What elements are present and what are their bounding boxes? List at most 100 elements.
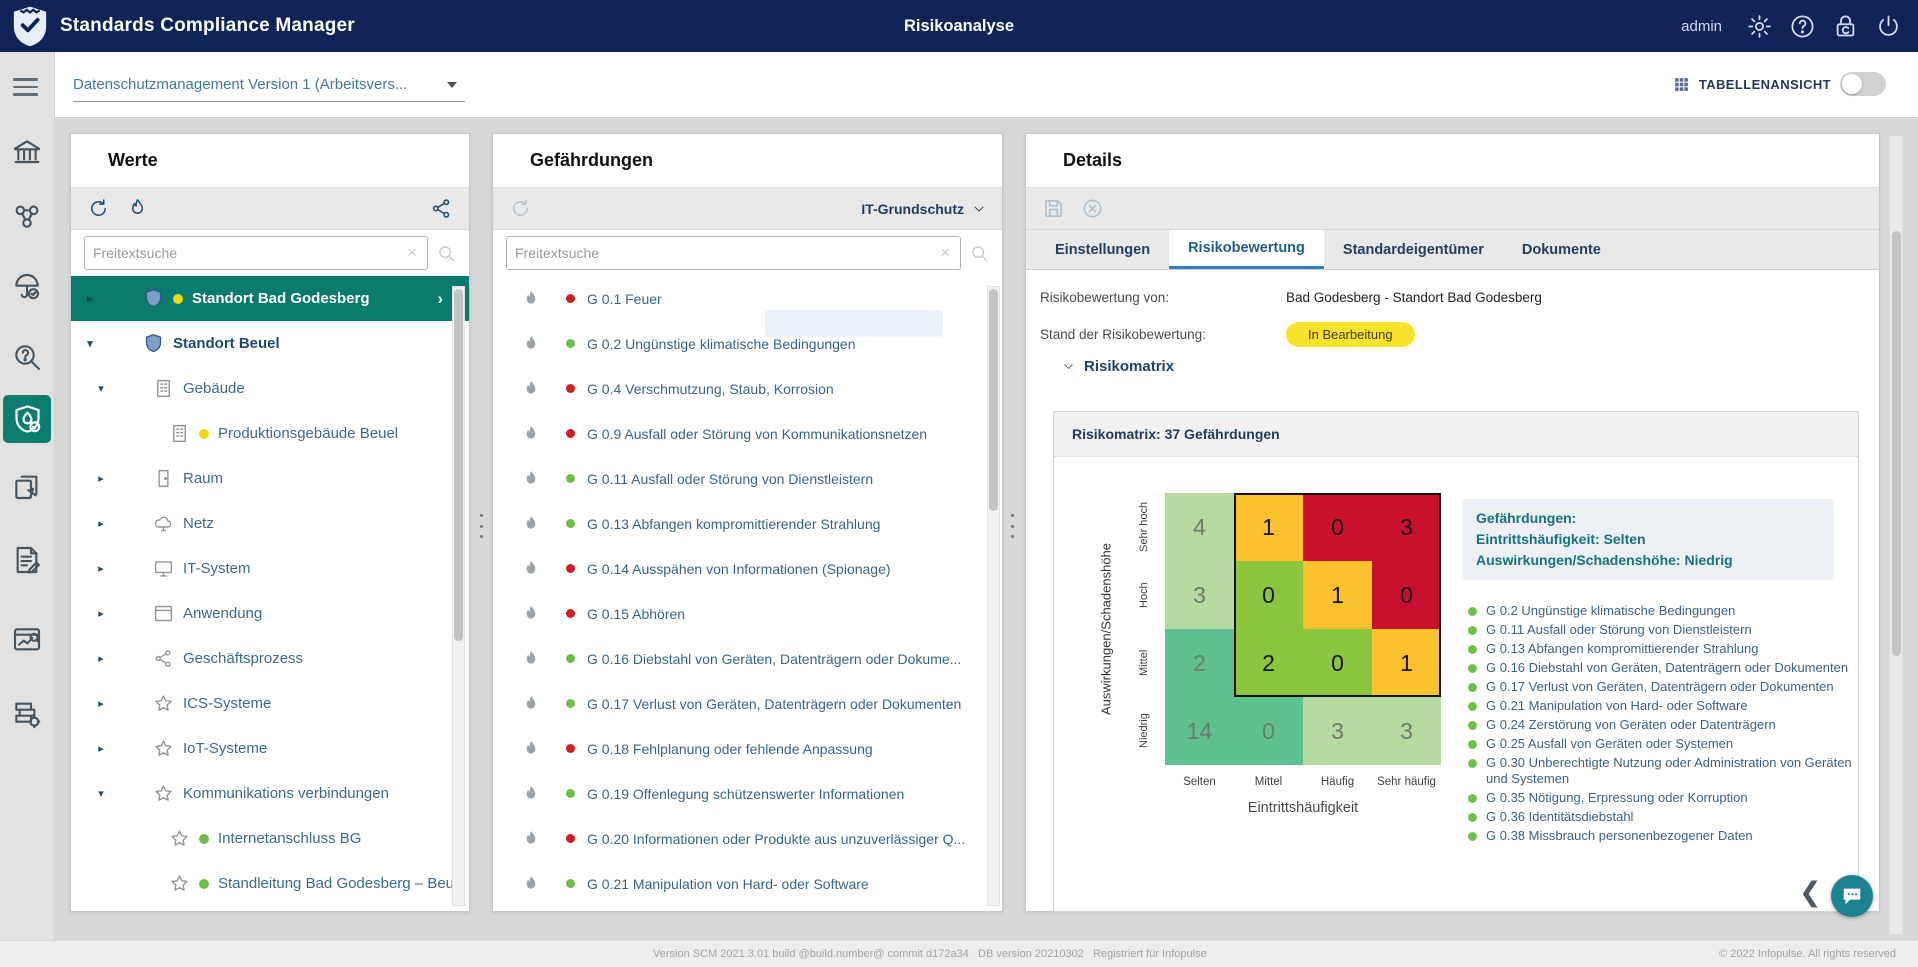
hazard-list-item[interactable]: G 0.17 Verlust von Geräten, Datenträgern… (493, 681, 1002, 726)
matrix-cell-Mittel-Selten[interactable]: 2 (1165, 629, 1234, 697)
settings-gear-icon[interactable] (1746, 13, 1773, 40)
tree-item[interactable]: ▾Kommunikations verbindungen (71, 771, 469, 816)
session-lock-icon[interactable] (1832, 13, 1859, 40)
tab-dokumente[interactable]: Dokumente (1503, 230, 1620, 269)
hazard-list-item[interactable]: G 0.15 Abhören (493, 591, 1002, 636)
project-selector-dropdown[interactable]: Datenschutzmanagement Version 1 (Arbeits… (73, 68, 465, 102)
clear-search-icon[interactable]: × (405, 243, 419, 263)
tree-item[interactable]: ▸Anwendung (71, 591, 469, 636)
hazard-list-item[interactable]: G 0.13 Abfangen kompromittierender Strah… (493, 501, 1002, 546)
sidebar-item-insurance-protection-icon[interactable] (9, 269, 45, 305)
gefaehrdungen-scrollbar[interactable] (987, 286, 1000, 906)
hazard-list-item[interactable]: G 0.4 Verschmutzung, Staub, Korrosion (493, 366, 1002, 411)
matrix-cell-Hoch-Selten[interactable]: 3 (1165, 561, 1234, 629)
tree-expander-icon[interactable]: ▸ (94, 607, 108, 620)
hazard-list-item[interactable]: G 0.9 Ausfall oder Störung von Kommunika… (493, 411, 1002, 456)
help-icon[interactable] (1789, 13, 1816, 40)
collapse-panel-chevron-icon[interactable]: ❮ (1799, 877, 1822, 908)
tree-item[interactable]: ▸ICS-Systeme (71, 681, 469, 726)
user-name[interactable]: admin (1681, 18, 1722, 35)
sidebar-item-institution-icon[interactable] (9, 134, 45, 170)
hazard-list-item[interactable]: G 0.2 Ungünstige klimatische Bedingungen (493, 321, 1002, 366)
page-scrollbar-thumb[interactable] (1892, 231, 1901, 656)
page-scrollbar[interactable] (1889, 135, 1903, 935)
hazard-list-item[interactable]: G 0.16 Diebstahl von Geräten, Datenträge… (493, 636, 1002, 681)
hazard-list-item[interactable]: G 0.1 Feuer (493, 276, 1002, 321)
matrix-cell-Hoch-Häufig[interactable]: 1 (1303, 561, 1372, 629)
matrix-cell-Mittel-Häufig[interactable]: 0 (1303, 629, 1372, 697)
sidebar-item-risk-analysis-icon[interactable] (3, 395, 51, 443)
matrix-cell-Niedrig-Häufig[interactable]: 3 (1303, 697, 1372, 765)
search-icon[interactable] (436, 243, 457, 264)
gefaehrdungen-search-input[interactable] (515, 245, 938, 261)
sidebar-item-audit-search-icon[interactable] (9, 339, 45, 375)
risikomatrix-section-toggle[interactable]: Risikomatrix (1026, 358, 1879, 375)
tree-item[interactable]: ▸IT-System (71, 546, 469, 591)
hazard-list-item[interactable]: G 0.18 Fehlplanung oder fehlende Anpassu… (493, 726, 1002, 771)
logout-power-icon[interactable] (1875, 13, 1902, 40)
matrix-cell-Sehr hoch-Sehr häufig[interactable]: 3 (1372, 493, 1441, 561)
matrix-cell-Niedrig-Selten[interactable]: 14 (1165, 697, 1234, 765)
tree-expander-icon[interactable]: ▸ (94, 472, 108, 485)
hazard-list-item[interactable]: G 0.14 Ausspähen von Informationen (Spio… (493, 546, 1002, 591)
matrix-cell-Sehr hoch-Häufig[interactable]: 0 (1303, 493, 1372, 561)
matrix-cell-Hoch-Sehr häufig[interactable]: 0 (1372, 561, 1441, 629)
matrix-cell-Mittel-Mittel[interactable]: 2 (1234, 629, 1303, 697)
tree-expander-icon[interactable]: ▾ (94, 787, 108, 800)
tree-expander-icon[interactable]: ▸ (83, 292, 97, 305)
matrix-cell-Sehr hoch-Selten[interactable]: 4 (1165, 493, 1234, 561)
hazard-list-item[interactable]: G 0.19 Offenlegung schützenswerter Infor… (493, 771, 1002, 816)
tree-item[interactable]: ▾Gebäude (71, 366, 469, 411)
werte-scrollbar[interactable] (452, 286, 465, 906)
matrix-cell-Niedrig-Sehr häufig[interactable]: 3 (1372, 697, 1441, 765)
matrix-cell-Hoch-Mittel[interactable]: 0 (1234, 561, 1303, 629)
hazard-flame-filter-icon[interactable] (126, 197, 149, 220)
panel-resize-handle[interactable] (1009, 514, 1015, 538)
tab-einstellungen[interactable]: Einstellungen (1036, 230, 1169, 269)
matrix-cell-Sehr hoch-Mittel[interactable]: 1 (1234, 493, 1303, 561)
sidebar-item-documents-edit-icon[interactable] (9, 542, 45, 578)
tree-expander-icon[interactable]: ▾ (94, 382, 108, 395)
werte-search-input[interactable] (93, 245, 405, 261)
tree-item[interactable]: Internetanschluss BG (71, 816, 469, 861)
hazard-list-item[interactable]: G 0.21 Manipulation von Hard- oder Softw… (493, 861, 1002, 906)
tree-expander-icon[interactable]: ▸ (94, 652, 108, 665)
share-icon[interactable] (430, 197, 453, 220)
tree-item[interactable]: ▸Netz (71, 501, 469, 546)
tab-risikobewertung[interactable]: Risikobewertung (1169, 230, 1324, 269)
cancel-icon[interactable] (1081, 197, 1104, 220)
tree-item[interactable]: Produktionsgebäude Beuel (71, 411, 469, 456)
hazard-list-item[interactable]: G 0.11 Ausfall oder Störung von Dienstle… (493, 456, 1002, 501)
table-view-toggle[interactable] (1840, 72, 1886, 96)
werte-scrollbar-thumb[interactable] (454, 289, 463, 641)
sidebar-item-report-analytics-icon[interactable] (9, 622, 45, 658)
gefaehrdungen-scrollbar-thumb[interactable] (989, 289, 998, 511)
chat-support-button[interactable] (1831, 875, 1873, 917)
refresh-icon[interactable] (509, 197, 532, 220)
save-icon[interactable] (1042, 197, 1065, 220)
catalog-filter-dropdown[interactable]: IT-Grundschutz (861, 201, 986, 217)
matrix-cell-Mittel-Sehr häufig[interactable]: 1 (1372, 629, 1441, 697)
sidebar-item-processes-icon[interactable] (9, 470, 45, 506)
sidebar-item-organization-icon[interactable] (9, 199, 45, 235)
refresh-icon[interactable] (87, 197, 110, 220)
sidebar-item-library-settings-icon[interactable] (9, 697, 45, 733)
matrix-cell-Niedrig-Mittel[interactable]: 0 (1234, 697, 1303, 765)
tree-expander-icon[interactable]: ▸ (94, 742, 108, 755)
open-details-chevron-icon[interactable]: › (437, 289, 443, 309)
hazard-list-item[interactable]: G 0.20 Informationen oder Produkte aus u… (493, 816, 1002, 861)
menu-hamburger-icon[interactable] (13, 78, 38, 97)
search-icon[interactable] (969, 243, 990, 264)
tree-expander-icon[interactable]: ▾ (83, 337, 97, 350)
tree-item[interactable]: Standleitung Bad Godesberg – Beuel (71, 861, 469, 906)
tree-expander-icon[interactable]: ▸ (94, 697, 108, 710)
tree-item[interactable]: ▸Raum (71, 456, 469, 501)
panel-resize-handle[interactable] (478, 514, 484, 538)
tree-item[interactable]: ▸Geschäftsprozess (71, 636, 469, 681)
tab-standardeigentümer[interactable]: Standardeigentümer (1324, 230, 1503, 269)
tree-item[interactable]: ▸IoT-Systeme (71, 726, 469, 771)
tree-item[interactable]: ▾Standort Beuel (71, 321, 469, 366)
clear-search-icon[interactable]: × (938, 243, 952, 263)
tree-expander-icon[interactable]: ▸ (94, 517, 108, 530)
tree-item[interactable]: ▸Standort Bad Godesberg› (71, 276, 469, 321)
